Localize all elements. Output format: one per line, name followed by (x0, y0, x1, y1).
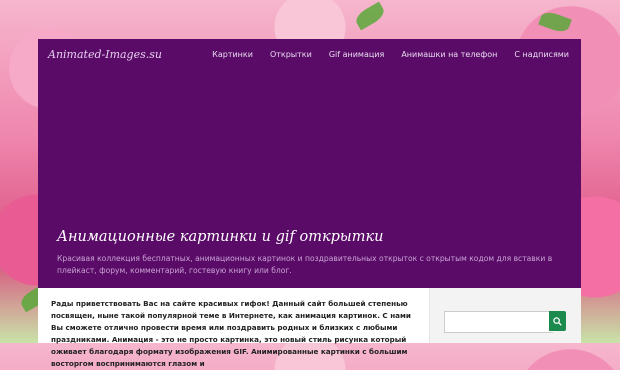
page-title: Анимационные картинки и gif открытки (57, 229, 384, 245)
search-icon (553, 316, 562, 326)
main-nav: Картинки Открытки Gif анимация Анимашки … (195, 50, 569, 59)
search-button[interactable] (549, 311, 566, 331)
hero-banner: Animated-Images.su Картинки Открытки Gif… (38, 39, 581, 288)
nav-item-phone[interactable]: Анимашки на телефон (401, 50, 497, 59)
site-container: Animated-Images.su Картинки Открытки Gif… (38, 39, 581, 368)
site-logo[interactable]: Animated-Images.su (48, 48, 162, 61)
search-input[interactable] (444, 311, 553, 333)
main-content: Рады приветствовать Вас на сайте красивы… (38, 288, 430, 368)
leaf-decoration (353, 1, 387, 31)
leaf-decoration (538, 9, 572, 35)
hero-description: Красивая коллекция бесплатных, анимацион… (57, 254, 553, 275)
nav-item-captions[interactable]: С надписями (514, 50, 569, 59)
nav-item-gif[interactable]: Gif анимация (329, 50, 385, 59)
intro-text: Рады приветствовать Вас на сайте красивы… (51, 299, 411, 368)
nav-item-cards[interactable]: Открытки (270, 50, 312, 59)
sidebar (430, 288, 581, 343)
nav-item-pictures[interactable]: Картинки (212, 50, 253, 59)
